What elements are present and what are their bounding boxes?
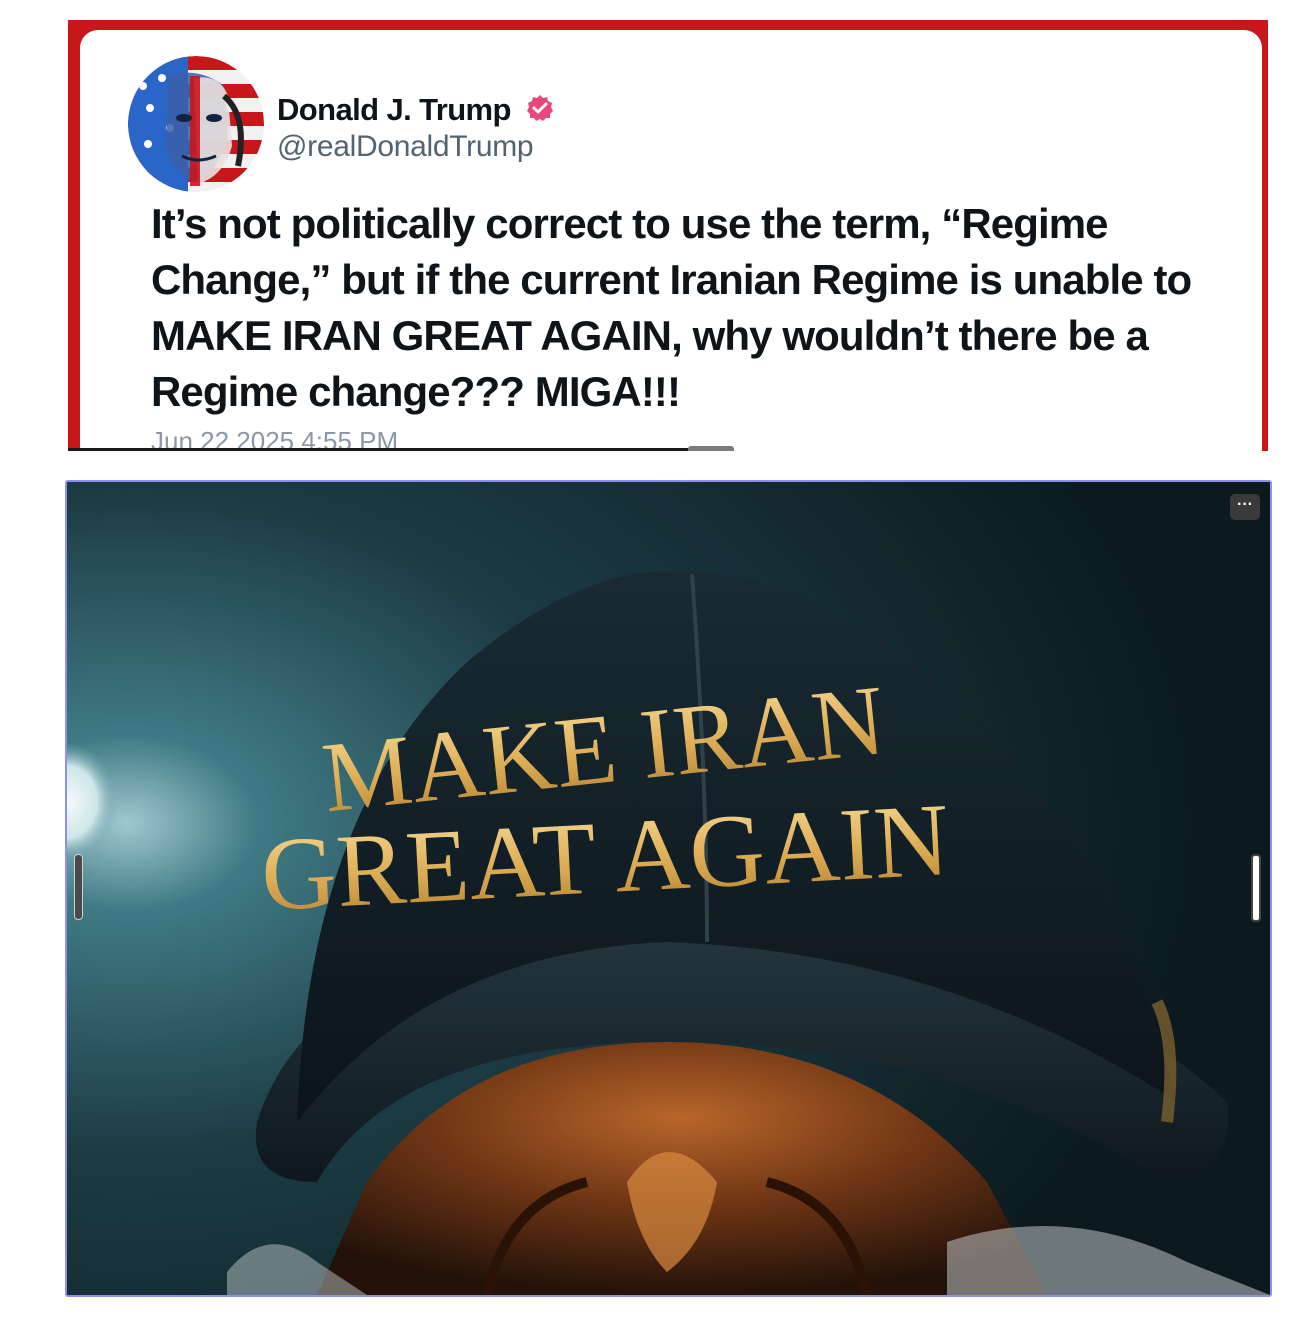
tweet-text: It’s not politically correct to use the …	[151, 200, 1192, 415]
resize-handle-right[interactable]	[1251, 854, 1261, 922]
tweet-screenshot: Donald J. Trump @realDonaldTrump It’s no…	[68, 20, 1268, 451]
divider-tab	[688, 446, 734, 451]
author-name[interactable]: Donald J. Trump	[277, 92, 511, 128]
tweet-card: Donald J. Trump @realDonaldTrump It’s no…	[80, 30, 1262, 451]
hat-image[interactable]: MAKE IRAN GREAT AGAIN ···	[65, 480, 1272, 1297]
hat-illustration: MAKE IRAN GREAT AGAIN	[67, 482, 1270, 1295]
author-handle[interactable]: @realDonaldTrump	[277, 130, 534, 164]
divider	[68, 448, 733, 451]
more-options-button[interactable]: ···	[1230, 494, 1260, 520]
verified-badge-icon	[527, 95, 553, 121]
avatar[interactable]	[128, 56, 264, 192]
resize-handle-left[interactable]	[74, 854, 83, 920]
